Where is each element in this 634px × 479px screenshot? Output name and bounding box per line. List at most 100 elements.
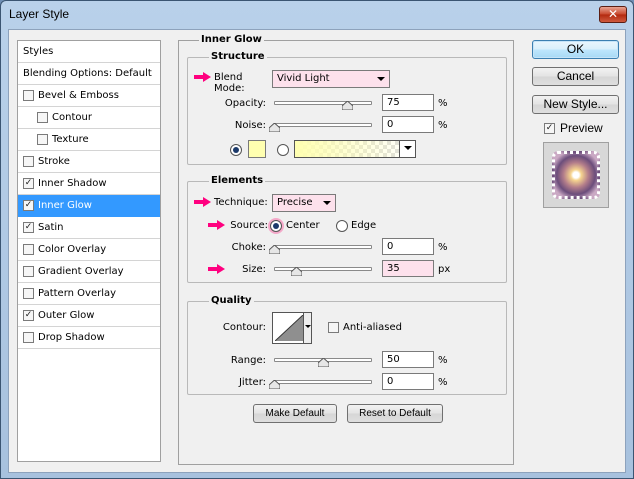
sidebar-item-satin[interactable]: ✓ Satin: [18, 217, 160, 239]
contour-label: Contour:: [222, 322, 266, 333]
close-icon: ✕: [607, 7, 619, 21]
inner-shadow-checkbox[interactable]: ✓: [23, 178, 34, 189]
new-style-button[interactable]: New Style...: [532, 95, 619, 114]
drop-shadow-checkbox[interactable]: [23, 332, 34, 343]
slider-thumb-icon[interactable]: [269, 380, 280, 389]
elements-title: Elements: [209, 175, 266, 186]
anti-aliased-checkbox[interactable]: [328, 322, 339, 333]
choke-field[interactable]: 0: [382, 238, 434, 255]
pink-arrow-icon: [194, 72, 211, 82]
stroke-checkbox[interactable]: [23, 156, 34, 167]
sidebar-item-drop-shadow[interactable]: Drop Shadow: [18, 327, 160, 349]
ok-button[interactable]: OK: [532, 40, 619, 59]
sidebar-item-texture[interactable]: Texture: [18, 129, 160, 151]
slider-thumb-icon[interactable]: [342, 101, 353, 110]
choke-slider[interactable]: [274, 245, 372, 249]
pattern-overlay-checkbox[interactable]: [23, 288, 34, 299]
jitter-label: Jitter:: [238, 377, 266, 388]
range-field[interactable]: 50: [382, 351, 434, 368]
sidebar-item-label: Bevel & Emboss: [38, 90, 119, 101]
sidebar-item-label: Gradient Overlay: [38, 266, 124, 277]
styles-header[interactable]: Styles: [18, 41, 160, 63]
sidebar-item-inner-glow[interactable]: ✓ Inner Glow: [18, 195, 160, 217]
technique-value: Precise: [277, 197, 313, 208]
noise-slider[interactable]: [274, 123, 372, 127]
percent-unit: %: [438, 242, 448, 253]
sidebar-item-contour[interactable]: Contour: [18, 107, 160, 129]
preview-thumbnail: [552, 151, 600, 199]
slider-thumb-icon[interactable]: [269, 245, 280, 254]
blending-options-label: Blending Options: Default: [23, 68, 152, 79]
contour-dropdown-button[interactable]: [303, 313, 311, 343]
opacity-slider[interactable]: [274, 101, 372, 105]
title-bar: Layer Style ✕: [1, 1, 633, 29]
technique-select[interactable]: Precise: [272, 194, 336, 212]
sidebar-item-color-overlay[interactable]: Color Overlay: [18, 239, 160, 261]
pink-arrow-icon: [208, 264, 225, 274]
source-label: Source:: [230, 220, 268, 231]
color-overlay-checkbox[interactable]: [23, 244, 34, 255]
pink-arrow-icon: [194, 197, 211, 207]
sidebar-item-inner-shadow[interactable]: ✓ Inner Shadow: [18, 173, 160, 195]
size-slider[interactable]: [274, 267, 372, 271]
sidebar-item-bevel-emboss[interactable]: Bevel & Emboss: [18, 85, 160, 107]
slider-thumb-icon[interactable]: [318, 358, 329, 367]
solid-color-radio[interactable]: [230, 144, 242, 156]
satin-checkbox[interactable]: ✓: [23, 222, 34, 233]
anti-aliased-label: Anti-aliased: [343, 322, 403, 333]
gradient-picker[interactable]: [294, 140, 416, 158]
chevron-down-icon: [305, 325, 311, 328]
technique-label: Technique:: [214, 197, 268, 208]
source-edge-radio[interactable]: [336, 220, 348, 232]
percent-unit: %: [438, 377, 448, 388]
reset-default-button[interactable]: Reset to Default: [347, 404, 443, 423]
jitter-field[interactable]: 0: [382, 373, 434, 390]
quality-title: Quality: [209, 295, 254, 306]
inner-glow-checkbox[interactable]: ✓: [23, 200, 34, 211]
styles-list: Styles Blending Options: Default Bevel &…: [17, 40, 161, 462]
elements-group: Elements Technique: Precise Source: Cent…: [187, 175, 507, 283]
bevel-emboss-checkbox[interactable]: [23, 90, 34, 101]
texture-checkbox[interactable]: [37, 134, 48, 145]
close-button[interactable]: ✕: [599, 6, 627, 23]
outer-glow-checkbox[interactable]: ✓: [23, 310, 34, 321]
sidebar-item-gradient-overlay[interactable]: Gradient Overlay: [18, 261, 160, 283]
slider-thumb-icon[interactable]: [291, 267, 302, 276]
noise-label: Noise:: [234, 120, 266, 131]
structure-group: Structure Blend Mode: Vivid Light Opacit…: [187, 51, 507, 165]
make-default-button[interactable]: Make Default: [253, 404, 337, 423]
gradient-overlay-checkbox[interactable]: [23, 266, 34, 277]
opacity-label: Opacity:: [224, 98, 266, 109]
glow-color-swatch[interactable]: [248, 140, 266, 158]
gradient-dropdown-button[interactable]: [399, 141, 415, 157]
sidebar-item-label: Contour: [52, 112, 92, 123]
size-field[interactable]: 35: [382, 260, 434, 277]
sidebar-item-label: Color Overlay: [38, 244, 107, 255]
preview-checkbox[interactable]: ✓: [544, 123, 555, 134]
blend-mode-select[interactable]: Vivid Light: [272, 70, 390, 88]
sidebar-item-label: Texture: [52, 134, 89, 145]
contour-checkbox[interactable]: [37, 112, 48, 123]
sidebar-item-pattern-overlay[interactable]: Pattern Overlay: [18, 283, 160, 305]
source-center-radio[interactable]: [270, 220, 282, 232]
sidebar-item-label: Inner Glow: [38, 200, 92, 211]
sidebar-item-outer-glow[interactable]: ✓ Outer Glow: [18, 305, 160, 327]
preview-label: Preview: [560, 121, 603, 135]
window-title: Layer Style: [9, 7, 70, 21]
noise-field[interactable]: 0: [382, 116, 434, 133]
slider-thumb-icon[interactable]: [269, 123, 280, 132]
opacity-field[interactable]: 75: [382, 94, 434, 111]
chevron-down-icon: [404, 146, 412, 150]
panel-title: Inner Glow: [199, 34, 264, 45]
blending-options-item[interactable]: Blending Options: Default: [18, 63, 160, 85]
sidebar-item-label: Stroke: [38, 156, 70, 167]
sidebar-item-label: Outer Glow: [38, 310, 95, 321]
sidebar-item-stroke[interactable]: Stroke: [18, 151, 160, 173]
source-edge-label: Edge: [351, 220, 377, 231]
gradient-radio[interactable]: [277, 144, 289, 156]
jitter-slider[interactable]: [274, 380, 372, 384]
contour-picker[interactable]: [272, 312, 312, 344]
cancel-button[interactable]: Cancel: [532, 67, 619, 86]
sidebar-item-label: Satin: [38, 222, 64, 233]
choke-label: Choke:: [231, 242, 266, 253]
